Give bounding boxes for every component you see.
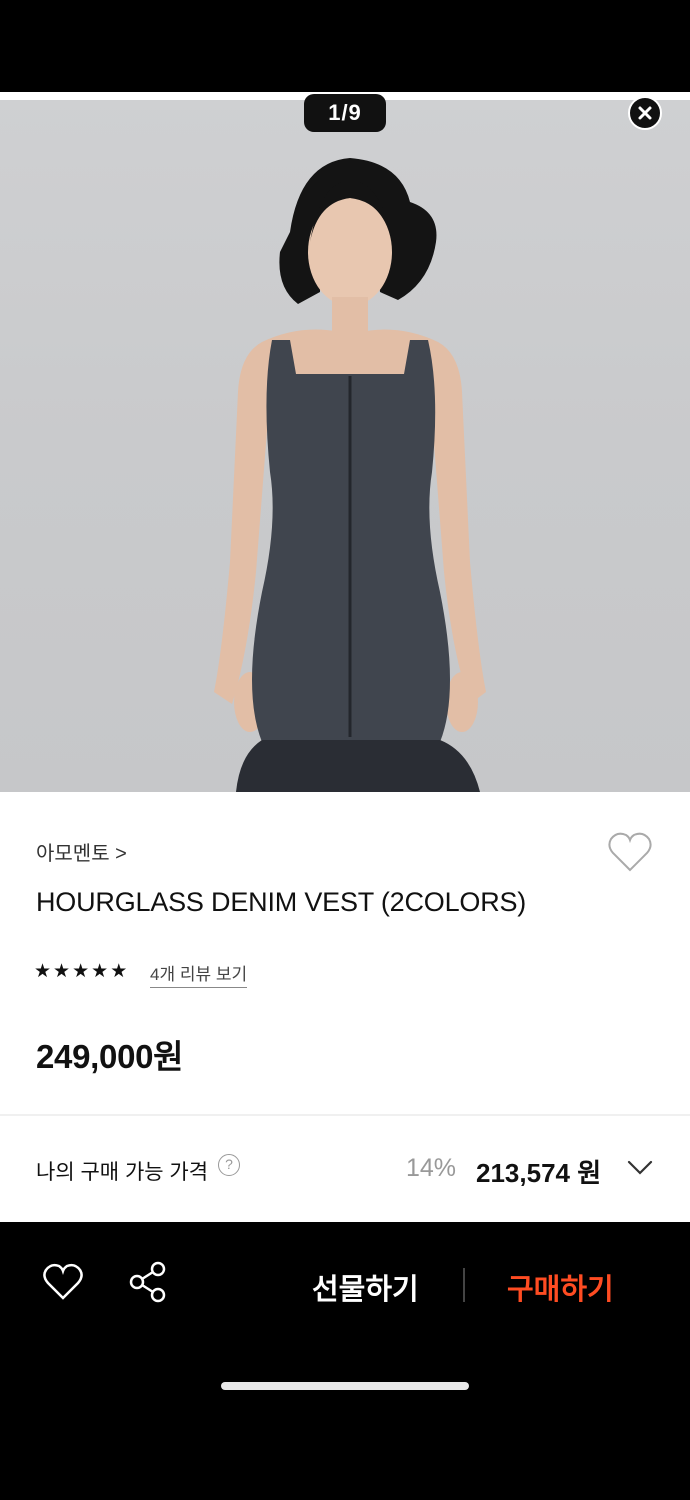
star-icon: ★	[110, 961, 128, 982]
home-indicator[interactable]	[221, 1382, 469, 1390]
star-icon: ★	[91, 961, 109, 982]
like-button[interactable]	[42, 1262, 84, 1302]
rating-stars: ★ ★ ★ ★ ★	[34, 962, 127, 982]
gift-button[interactable]: 선물하기	[312, 1266, 419, 1308]
my-price-label: 나의 구매 가능 가격	[36, 1161, 209, 1184]
product-photo[interactable]	[0, 92, 690, 792]
brand-link[interactable]: 아모멘토 >	[36, 837, 127, 866]
star-icon: ★	[53, 961, 71, 982]
my-price-row[interactable]: 나의 구매 가능 가격 ? 14% 213,574 원	[0, 1116, 690, 1222]
share-button[interactable]	[128, 1260, 170, 1304]
product-info-panel: 아모멘토 > HOURGLASS DENIM VEST (2COLORS) ★ …	[0, 792, 690, 1114]
buy-button[interactable]: 구매하기	[507, 1266, 614, 1308]
discount-rate: 14%	[406, 1154, 457, 1182]
help-icon[interactable]: ?	[218, 1154, 240, 1176]
star-icon: ★	[34, 961, 52, 982]
review-link[interactable]: 4개 리뷰 보기	[150, 960, 248, 988]
heart-outline-icon	[608, 832, 652, 872]
wishlist-button[interactable]	[606, 830, 654, 874]
heart-icon	[43, 1263, 83, 1300]
bottom-action-bar: 선물하기 구매하기	[0, 1222, 690, 1500]
model-illustration	[214, 158, 486, 792]
share-icon	[129, 1261, 166, 1303]
page-indicator: 1/9	[304, 94, 386, 132]
status-bar	[0, 0, 690, 92]
button-separator	[463, 1268, 465, 1302]
product-price: 249,000원	[36, 1038, 184, 1075]
star-icon: ★	[72, 961, 90, 982]
product-title: HOURGLASS DENIM VEST (2COLORS)	[36, 887, 527, 917]
close-icon	[638, 106, 652, 120]
final-price: 213,574 원	[476, 1158, 602, 1188]
chevron-down-icon[interactable]	[626, 1156, 654, 1180]
close-button[interactable]	[628, 96, 662, 130]
